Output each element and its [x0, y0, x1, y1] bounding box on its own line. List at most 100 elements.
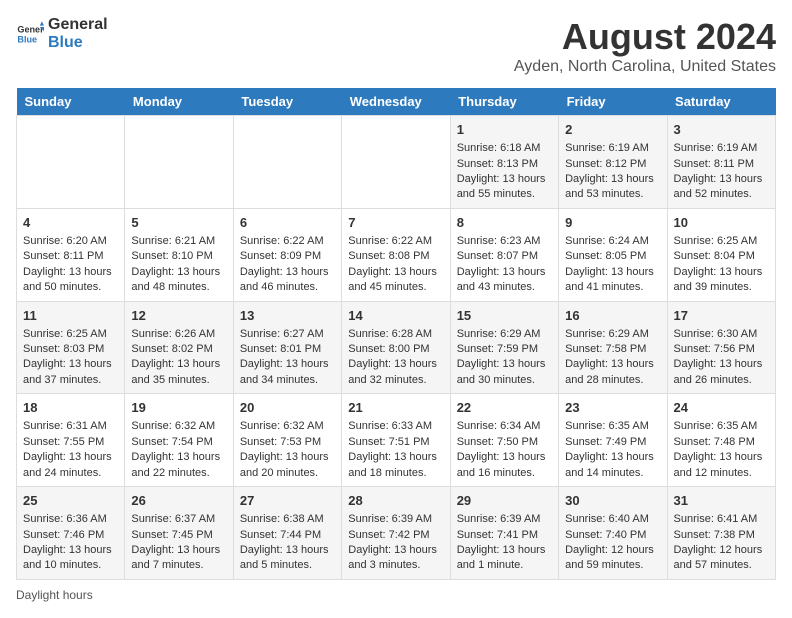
day-info: Daylight: 13 hours and 14 minutes. — [565, 450, 660, 481]
day-info: Sunset: 7:56 PM — [674, 342, 769, 357]
calendar-cell: 24Sunrise: 6:35 AMSunset: 7:48 PMDayligh… — [667, 394, 775, 487]
day-number: 12 — [131, 307, 226, 325]
calendar-cell — [233, 116, 341, 209]
calendar-cell: 8Sunrise: 6:23 AMSunset: 8:07 PMDaylight… — [450, 208, 558, 301]
day-number: 13 — [240, 307, 335, 325]
day-info: Sunset: 7:48 PM — [674, 435, 769, 450]
calendar-cell: 3Sunrise: 6:19 AMSunset: 8:11 PMDaylight… — [667, 116, 775, 209]
logo: General Blue General Blue — [16, 16, 108, 51]
day-info: Daylight: 13 hours and 45 minutes. — [348, 265, 443, 296]
day-info: Sunrise: 6:41 AM — [674, 512, 769, 527]
subtitle: Ayden, North Carolina, United States — [514, 58, 776, 76]
day-info: Sunrise: 6:24 AM — [565, 234, 660, 249]
day-info: Daylight: 13 hours and 55 minutes. — [457, 172, 552, 203]
day-number: 4 — [23, 214, 118, 232]
calendar-table: SundayMondayTuesdayWednesdayThursdayFrid… — [16, 88, 776, 580]
day-info: Sunset: 7:59 PM — [457, 342, 552, 357]
day-info: Daylight: 13 hours and 46 minutes. — [240, 265, 335, 296]
day-info: Sunrise: 6:25 AM — [23, 327, 118, 342]
header-wednesday: Wednesday — [342, 88, 450, 116]
header-thursday: Thursday — [450, 88, 558, 116]
day-number: 1 — [457, 121, 552, 139]
day-number: 30 — [565, 492, 660, 510]
calendar-cell: 7Sunrise: 6:22 AMSunset: 8:08 PMDaylight… — [342, 208, 450, 301]
day-number: 22 — [457, 399, 552, 417]
day-info: Sunset: 7:38 PM — [674, 528, 769, 543]
day-number: 19 — [131, 399, 226, 417]
header-tuesday: Tuesday — [233, 88, 341, 116]
calendar-cell: 1Sunrise: 6:18 AMSunset: 8:13 PMDaylight… — [450, 116, 558, 209]
day-info: Daylight: 13 hours and 48 minutes. — [131, 265, 226, 296]
day-info: Sunset: 8:13 PM — [457, 157, 552, 172]
calendar-week-1: 1Sunrise: 6:18 AMSunset: 8:13 PMDaylight… — [17, 116, 776, 209]
day-info: Sunrise: 6:31 AM — [23, 419, 118, 434]
day-info: Sunset: 8:08 PM — [348, 249, 443, 264]
day-number: 21 — [348, 399, 443, 417]
day-info: Daylight: 13 hours and 32 minutes. — [348, 357, 443, 388]
day-info: Sunrise: 6:27 AM — [240, 327, 335, 342]
day-info: Daylight: 13 hours and 10 minutes. — [23, 543, 118, 574]
svg-text:Blue: Blue — [17, 34, 37, 44]
logo-blue: Blue — [48, 34, 108, 52]
day-info: Sunrise: 6:30 AM — [674, 327, 769, 342]
day-info: Sunrise: 6:22 AM — [240, 234, 335, 249]
day-info: Sunset: 8:03 PM — [23, 342, 118, 357]
calendar-cell: 21Sunrise: 6:33 AMSunset: 7:51 PMDayligh… — [342, 394, 450, 487]
logo-icon: General Blue — [16, 20, 44, 48]
calendar-week-4: 18Sunrise: 6:31 AMSunset: 7:55 PMDayligh… — [17, 394, 776, 487]
day-info: Sunrise: 6:39 AM — [457, 512, 552, 527]
calendar-week-3: 11Sunrise: 6:25 AMSunset: 8:03 PMDayligh… — [17, 301, 776, 394]
day-info: Daylight: 13 hours and 28 minutes. — [565, 357, 660, 388]
header-friday: Friday — [559, 88, 667, 116]
calendar-cell — [125, 116, 233, 209]
calendar-header-row: SundayMondayTuesdayWednesdayThursdayFrid… — [17, 88, 776, 116]
calendar-cell: 12Sunrise: 6:26 AMSunset: 8:02 PMDayligh… — [125, 301, 233, 394]
calendar-cell: 26Sunrise: 6:37 AMSunset: 7:45 PMDayligh… — [125, 487, 233, 580]
header-sunday: Sunday — [17, 88, 125, 116]
day-info: Sunset: 8:02 PM — [131, 342, 226, 357]
day-number: 18 — [23, 399, 118, 417]
logo-general: General — [48, 16, 108, 34]
calendar-cell: 20Sunrise: 6:32 AMSunset: 7:53 PMDayligh… — [233, 394, 341, 487]
calendar-cell: 16Sunrise: 6:29 AMSunset: 7:58 PMDayligh… — [559, 301, 667, 394]
header-monday: Monday — [125, 88, 233, 116]
day-info: Daylight: 13 hours and 18 minutes. — [348, 450, 443, 481]
day-info: Sunrise: 6:32 AM — [240, 419, 335, 434]
calendar-cell: 23Sunrise: 6:35 AMSunset: 7:49 PMDayligh… — [559, 394, 667, 487]
day-info: Daylight: 13 hours and 50 minutes. — [23, 265, 118, 296]
day-info: Sunrise: 6:32 AM — [131, 419, 226, 434]
day-info: Sunset: 7:45 PM — [131, 528, 226, 543]
day-info: Sunrise: 6:35 AM — [674, 419, 769, 434]
calendar-week-5: 25Sunrise: 6:36 AMSunset: 7:46 PMDayligh… — [17, 487, 776, 580]
calendar-cell: 17Sunrise: 6:30 AMSunset: 7:56 PMDayligh… — [667, 301, 775, 394]
title-area: August 2024 Ayden, North Carolina, Unite… — [514, 16, 776, 76]
calendar-week-2: 4Sunrise: 6:20 AMSunset: 8:11 PMDaylight… — [17, 208, 776, 301]
day-info: Daylight: 13 hours and 41 minutes. — [565, 265, 660, 296]
day-info: Sunrise: 6:33 AM — [348, 419, 443, 434]
day-info: Daylight: 13 hours and 12 minutes. — [674, 450, 769, 481]
day-info: Sunset: 8:11 PM — [674, 157, 769, 172]
day-number: 27 — [240, 492, 335, 510]
day-number: 6 — [240, 214, 335, 232]
day-info: Daylight: 13 hours and 53 minutes. — [565, 172, 660, 203]
day-info: Sunrise: 6:38 AM — [240, 512, 335, 527]
calendar-cell: 10Sunrise: 6:25 AMSunset: 8:04 PMDayligh… — [667, 208, 775, 301]
day-info: Sunset: 8:09 PM — [240, 249, 335, 264]
day-info: Sunset: 7:41 PM — [457, 528, 552, 543]
day-info: Daylight: 12 hours and 57 minutes. — [674, 543, 769, 574]
day-info: Sunset: 8:11 PM — [23, 249, 118, 264]
calendar-cell: 28Sunrise: 6:39 AMSunset: 7:42 PMDayligh… — [342, 487, 450, 580]
day-info: Sunset: 7:54 PM — [131, 435, 226, 450]
day-info: Daylight: 13 hours and 22 minutes. — [131, 450, 226, 481]
day-info: Sunset: 7:42 PM — [348, 528, 443, 543]
day-number: 15 — [457, 307, 552, 325]
day-number: 16 — [565, 307, 660, 325]
day-info: Daylight: 13 hours and 7 minutes. — [131, 543, 226, 574]
calendar-cell: 5Sunrise: 6:21 AMSunset: 8:10 PMDaylight… — [125, 208, 233, 301]
day-number: 29 — [457, 492, 552, 510]
day-number: 28 — [348, 492, 443, 510]
day-info: Sunset: 8:12 PM — [565, 157, 660, 172]
day-number: 8 — [457, 214, 552, 232]
day-info: Sunrise: 6:29 AM — [457, 327, 552, 342]
calendar-cell: 14Sunrise: 6:28 AMSunset: 8:00 PMDayligh… — [342, 301, 450, 394]
